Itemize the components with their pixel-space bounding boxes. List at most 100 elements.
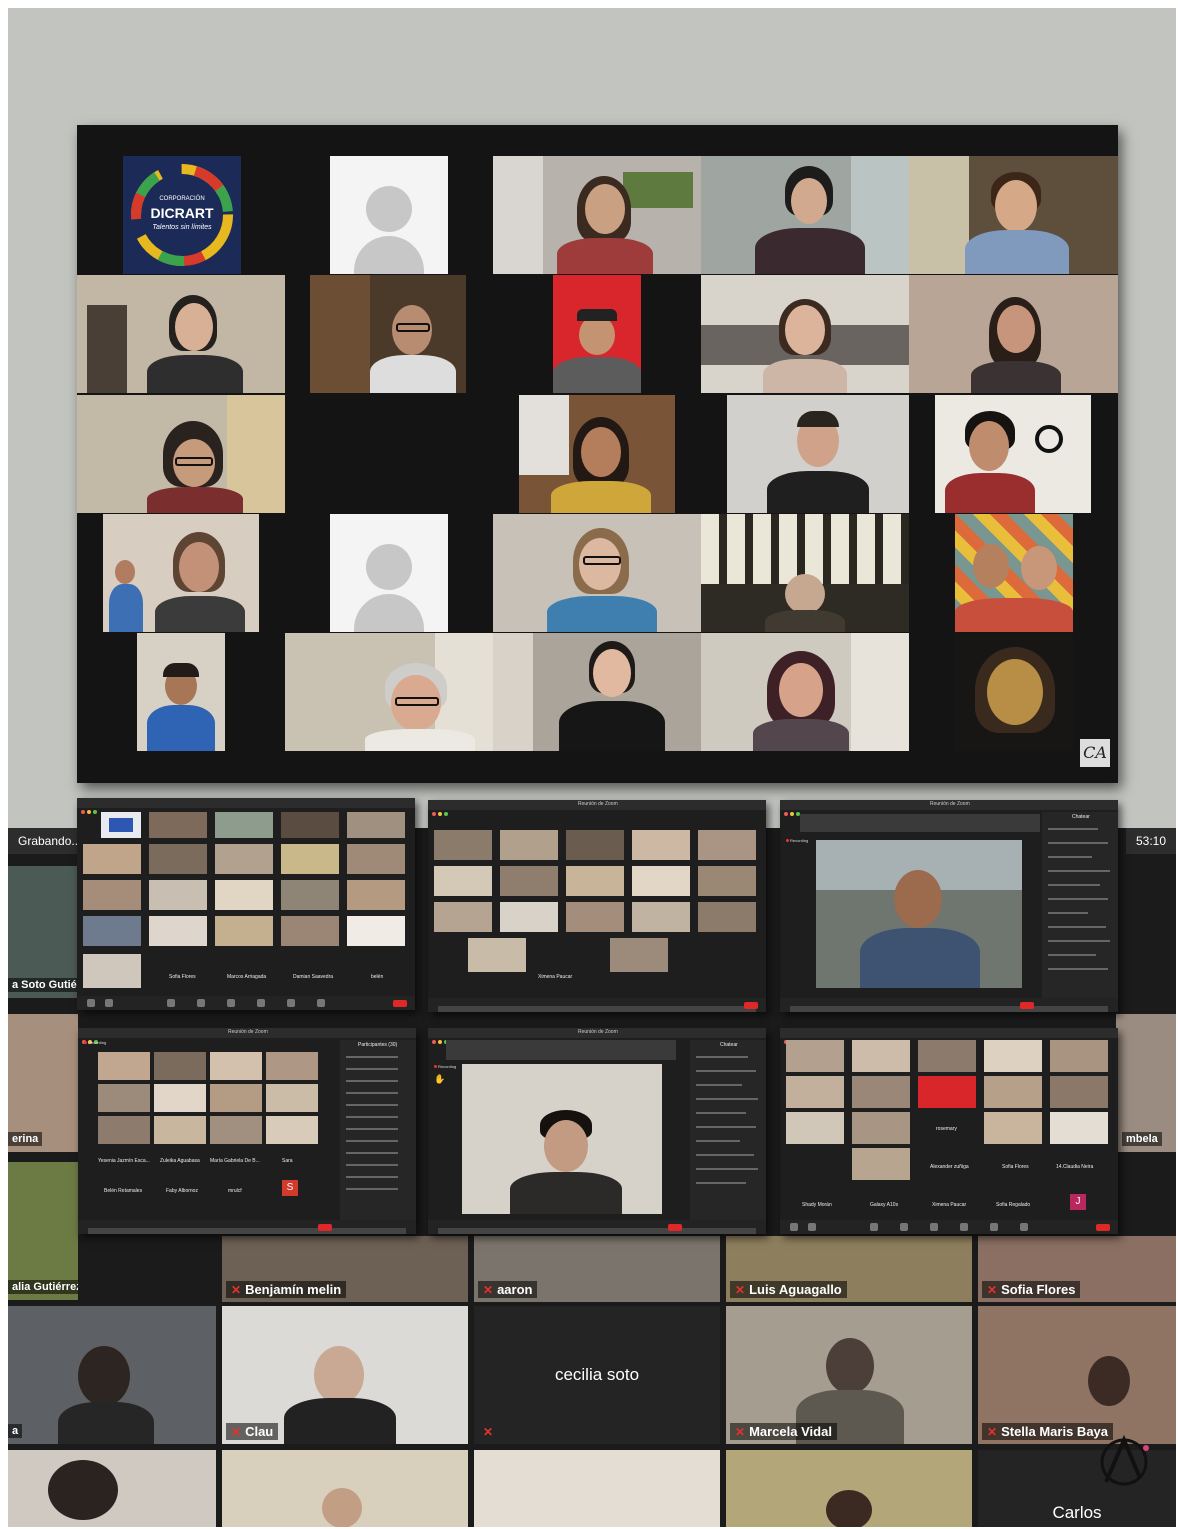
video-tile: ✕ aaron [474,1236,720,1302]
participant-name: Zuleika Aguabasa [160,1158,200,1164]
participant-name: ✕ Clau [226,1423,279,1440]
avatar-placeholder-icon [366,544,412,590]
video-tile [285,633,493,751]
video-tile [493,156,701,274]
video-tile [77,395,285,513]
active-speaker-video [462,1064,662,1214]
macos-dock [438,1006,756,1012]
mic-muted-icon: ✕ [735,1283,746,1297]
end-meeting-button[interactable] [668,1224,682,1231]
zoom-screenshot-6: rosemary Alexander zuñiga Sofia Flores 1… [780,1028,1118,1234]
participant-name: Ximena Paucar [538,974,573,980]
participant-name: María Gabriela De B... [210,1158,260,1164]
window-titlebar [77,798,415,814]
participant-name: a Soto Gutiérr [8,978,78,992]
participant-name: erina [8,1132,43,1146]
zoom-screenshot-4: Reunión de Zoom Recording Yesenia Jazmín… [78,1028,416,1234]
chat-panel: Chatear [1042,812,1118,998]
participant-name: mrulcf [228,1188,242,1194]
chat-panel: Chatear [690,1040,766,1220]
meeting-toolbar [77,996,415,1010]
video-tile: ✕ Sofia Flores [978,1236,1176,1302]
participant-name: Galaxy A10s [870,1202,899,1208]
participant-name: Damian Saavedra [293,974,334,980]
avatar: S [282,1180,298,1196]
end-meeting-button[interactable] [1096,1224,1110,1231]
mic-muted-icon: ✕ [231,1425,242,1439]
avatar: J [1070,1194,1086,1210]
participant-name: belén [371,974,384,980]
video-tile [727,395,909,513]
participants-panel: Participantes (30) [340,1040,416,1220]
video-tile [909,275,1118,393]
video-tile: ✕ Luis Aguagallo [726,1236,972,1302]
video-tile: cecilia soto ✕ [474,1306,720,1444]
video-tile [222,1450,468,1527]
participant-name: Marcos Arriagada [227,974,267,980]
meeting-toolbar [780,998,1118,1012]
meeting-toolbar [428,1220,766,1234]
active-speaker-video [816,840,1022,988]
video-tile [955,514,1073,632]
recording-indicator: Recording [786,838,808,843]
recording-indicator: Recording [84,1040,106,1045]
ca-watermark-icon: CA [1080,739,1110,767]
meeting-toolbar [78,1220,416,1234]
video-tile [474,1450,720,1527]
participant-name: Yesenia Jazmín Esca... [98,1158,150,1164]
video-tile [701,275,909,393]
video-tile [701,514,909,632]
video-tile [909,156,1118,274]
meeting-timer: 53:10 [1125,828,1176,854]
video-tile: ✕ Stella Maris Baya [978,1306,1176,1444]
end-meeting-button[interactable] [1020,1002,1034,1009]
window-titlebar: Reunión de Zoom [78,1028,416,1044]
window-titlebar [780,1028,1118,1044]
video-tile: mbela [1116,1014,1176,1152]
end-meeting-button[interactable] [318,1224,332,1231]
zoom-screenshot-2: Reunión de Zoom Ximena Paucar [428,800,766,1012]
window-title: Reunión de Zoom [578,1029,618,1035]
zoom-screenshot-3: Reunión de Zoom Recording Chatear [780,800,1118,1012]
window-titlebar: Reunión de Zoom [428,1028,766,1044]
participant-name: Belén Retamales [104,1188,143,1194]
logo-line2: DICRART [150,205,214,221]
mic-muted-icon: ✕ [483,1425,494,1439]
video-tile [103,514,259,632]
participant-name: alia Gutiérrez [8,1280,78,1294]
participant-name: Sofia Regalado [996,1202,1031,1208]
participant-name: Sofia Flores [1002,1164,1029,1170]
video-tile [310,275,466,393]
video-tile [553,275,641,393]
video-tile: alia Gutiérrez [8,1162,78,1300]
participant-name: Sofia Flores [169,974,196,980]
logo-line1: CORPORACIÓN [159,196,205,202]
macos-dock [438,1228,756,1234]
video-tile: ✕ Benjamín melin [222,1236,468,1302]
video-tile [8,1450,216,1527]
mic-muted-icon: ✕ [987,1283,998,1297]
video-tile [726,1450,972,1527]
meeting-toolbar [780,1220,1118,1234]
recording-indicator: Recording [434,1064,456,1069]
participant-name: ✕ Benjamín melin [226,1281,347,1298]
participant-name: mbela [1122,1132,1162,1146]
window-titlebar: Reunión de Zoom [780,800,1118,816]
window-title: Reunión de Zoom [930,801,970,807]
end-meeting-button[interactable] [744,1002,758,1009]
video-tile: ✕ Marcela Vidal [726,1306,972,1444]
video-tile [493,514,701,632]
participant-name: Alexander zuñiga [930,1164,969,1170]
participant-name: Faby Albornoz [166,1188,198,1194]
video-tile: a Soto Gutiérr [8,866,78,998]
logo-line3: Talentos sin límites [152,224,212,231]
window-title: Reunión de Zoom [578,801,618,807]
mic-muted-icon: ✕ [735,1425,746,1439]
participant-name: rosemary [936,1126,957,1132]
end-meeting-button[interactable] [393,1000,407,1007]
participant-name: a [8,1424,23,1438]
video-tile: erina [8,1014,78,1152]
video-tile [701,633,909,751]
participant-name: ✕ Luis Aguagallo [730,1281,847,1298]
video-tile: a [8,1306,216,1444]
